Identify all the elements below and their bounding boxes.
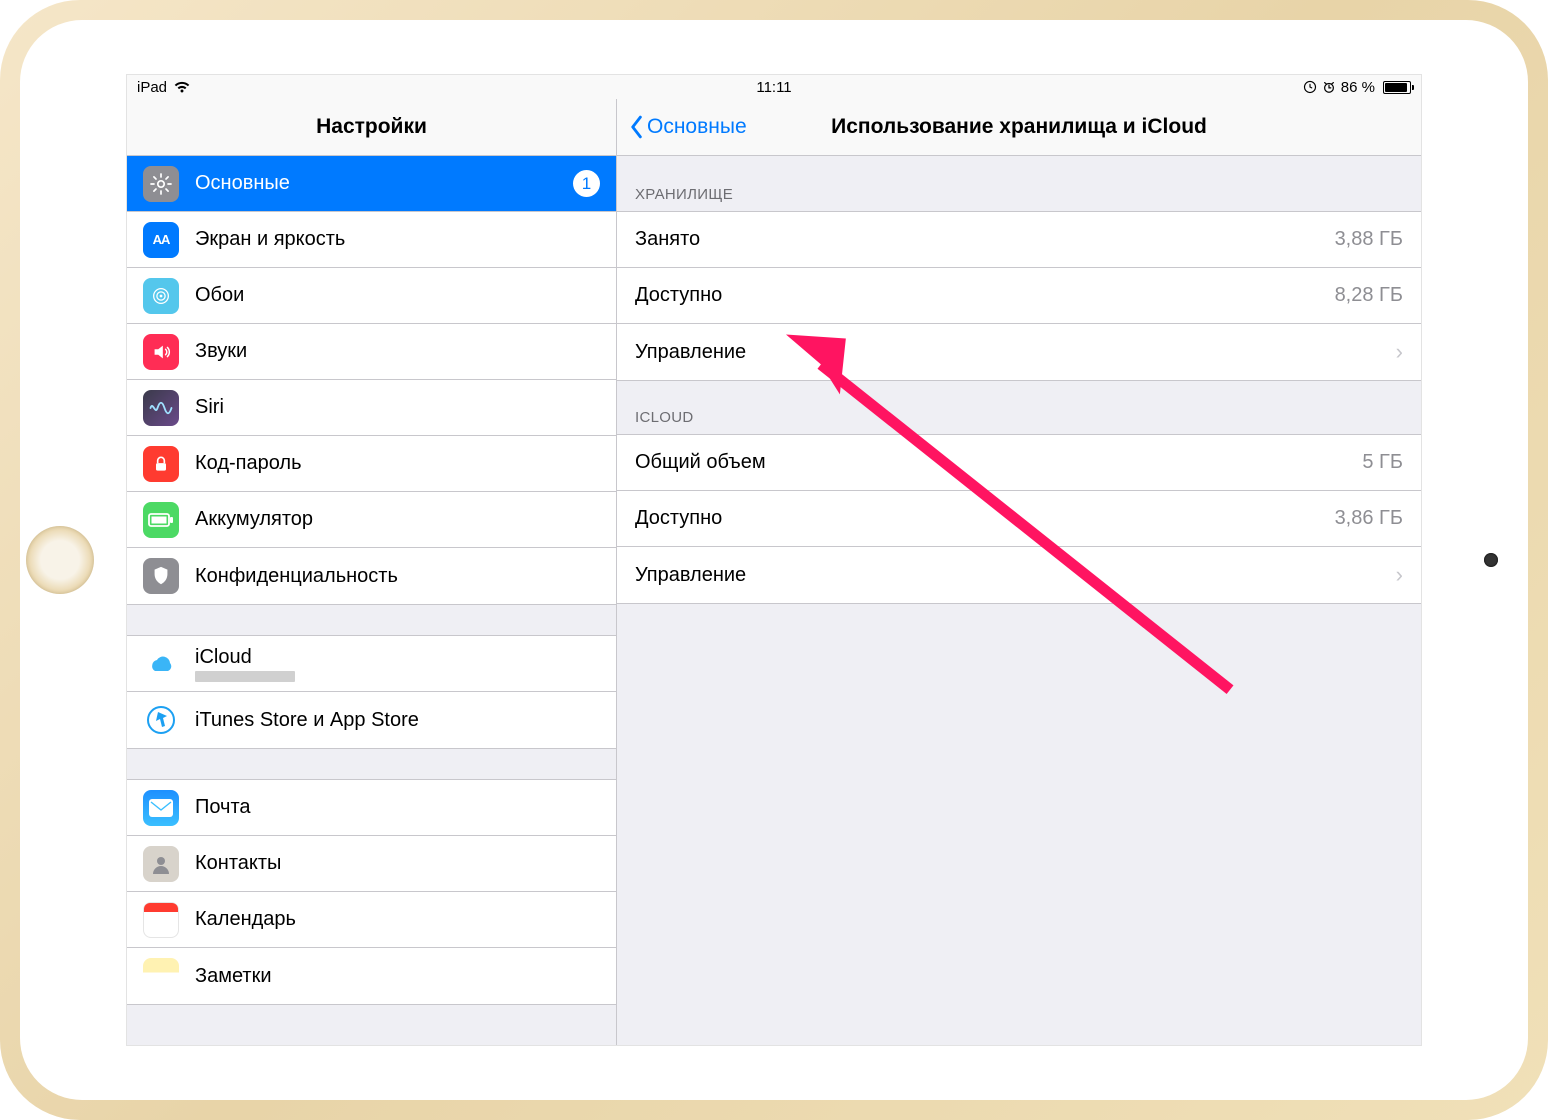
back-label: Основные xyxy=(647,115,747,139)
contacts-icon xyxy=(143,846,179,882)
page-title: Использование хранилища и iCloud xyxy=(831,115,1207,139)
portrait-lock-icon xyxy=(1303,80,1317,94)
sidebar-item-calendar[interactable]: Календарь xyxy=(127,892,616,948)
sidebar-item-label: Заметки xyxy=(195,965,600,988)
sidebar-item-icloud[interactable]: iCloud xyxy=(127,636,616,692)
sidebar-item-itunes[interactable]: iTunes Store и App Store xyxy=(127,692,616,748)
screen: iPad 11:11 86 % xyxy=(126,74,1422,1046)
row-icloud-available: Доступно 3,86 ГБ xyxy=(617,491,1421,547)
detail-pane: Основные Использование хранилища и iClou… xyxy=(617,99,1421,1045)
alarm-icon xyxy=(1322,80,1336,94)
sidebar-item-mail[interactable]: Почта xyxy=(127,780,616,836)
group-header-storage: Хранилище xyxy=(617,176,1421,211)
sidebar-item-privacy[interactable]: Конфиденциальность xyxy=(127,548,616,604)
row-label: Общий объем xyxy=(635,451,1362,474)
front-camera xyxy=(1484,553,1498,567)
display-icon: AA xyxy=(143,222,179,258)
battery-percentage: 86 % xyxy=(1341,79,1375,96)
battery-fill xyxy=(1385,83,1407,92)
group-header-icloud: iCloud xyxy=(617,399,1421,434)
sidebar-item-label: Обои xyxy=(195,284,600,307)
notes-icon xyxy=(143,958,179,994)
sidebar-item-contacts[interactable]: Контакты xyxy=(127,836,616,892)
row-value: 8,28 ГБ xyxy=(1335,284,1403,307)
sidebar-item-label: Основные xyxy=(195,172,573,195)
general-icon xyxy=(143,166,179,202)
row-value: 5 ГБ xyxy=(1362,451,1403,474)
sidebar-item-siri[interactable]: Siri xyxy=(127,380,616,436)
chevron-left-icon xyxy=(629,115,643,139)
sidebar-item-notes[interactable]: Заметки xyxy=(127,948,616,1004)
row-label: Управление xyxy=(635,341,1386,364)
sidebar-item-label: Экран и яркость xyxy=(195,228,600,251)
settings-sidebar: Настройки Основные 1 xyxy=(127,99,617,1045)
ipad-frame: iPad 11:11 86 % xyxy=(0,0,1548,1120)
row-icloud-manage[interactable]: Управление › xyxy=(617,547,1421,603)
sidebar-item-label: Почта xyxy=(195,796,600,819)
home-button[interactable] xyxy=(26,526,94,594)
sidebar-item-battery[interactable]: Аккумулятор xyxy=(127,492,616,548)
sidebar-item-display[interactable]: AA Экран и яркость xyxy=(127,212,616,268)
sidebar-scroll[interactable]: Основные 1 AA Экран и яркость xyxy=(127,156,616,1045)
row-label: Управление xyxy=(635,564,1386,587)
sidebar-item-general[interactable]: Основные 1 xyxy=(127,156,616,212)
sidebar-item-label: Конфиденциальность xyxy=(195,565,600,588)
wallpaper-icon xyxy=(143,278,179,314)
row-value: 3,88 ГБ xyxy=(1335,228,1403,251)
row-storage-used: Занято 3,88 ГБ xyxy=(617,212,1421,268)
icloud-icon xyxy=(143,646,179,682)
row-storage-available: Доступно 8,28 ГБ xyxy=(617,268,1421,324)
passcode-icon xyxy=(143,446,179,482)
notification-badge: 1 xyxy=(573,170,600,197)
sidebar-item-label: Контакты xyxy=(195,852,600,875)
row-label: Занято xyxy=(635,228,1335,251)
sounds-icon xyxy=(143,334,179,370)
row-label: Доступно xyxy=(635,507,1335,530)
detail-header: Основные Использование хранилища и iClou… xyxy=(617,99,1421,156)
sidebar-item-label: Аккумулятор xyxy=(195,508,600,531)
status-bar: iPad 11:11 86 % xyxy=(127,75,1421,99)
back-button[interactable]: Основные xyxy=(629,115,747,139)
icloud-account-redacted xyxy=(195,671,295,682)
itunes-icon xyxy=(143,702,179,738)
detail-scroll[interactable]: Хранилище Занято 3,88 ГБ Доступно 8,28 Г… xyxy=(617,156,1421,1045)
sidebar-item-label: Код-пароль xyxy=(195,452,600,475)
battery-icon xyxy=(1383,81,1411,94)
sidebar-item-label: iCloud xyxy=(195,646,295,669)
sidebar-title: Настройки xyxy=(127,99,616,156)
wifi-icon xyxy=(173,80,191,94)
clock: 11:11 xyxy=(756,79,791,96)
sidebar-item-label: iTunes Store и App Store xyxy=(195,709,600,732)
chevron-right-icon: › xyxy=(1396,339,1403,365)
sidebar-item-passcode[interactable]: Код-пароль xyxy=(127,436,616,492)
device-label: iPad xyxy=(137,79,167,96)
sidebar-item-label: Календарь xyxy=(195,908,600,931)
privacy-icon xyxy=(143,558,179,594)
row-value: 3,86 ГБ xyxy=(1335,507,1403,530)
mail-icon xyxy=(143,790,179,826)
row-label: Доступно xyxy=(635,284,1335,307)
battery-icon xyxy=(143,502,179,538)
calendar-icon xyxy=(143,902,179,938)
chevron-right-icon: › xyxy=(1396,562,1403,588)
ipad-bezel: iPad 11:11 86 % xyxy=(20,20,1528,1100)
siri-icon xyxy=(143,390,179,426)
row-storage-manage[interactable]: Управление › xyxy=(617,324,1421,380)
sidebar-item-label: Звуки xyxy=(195,340,600,363)
row-icloud-total: Общий объем 5 ГБ xyxy=(617,435,1421,491)
sidebar-item-wallpaper[interactable]: Обои xyxy=(127,268,616,324)
sidebar-item-label: Siri xyxy=(195,396,600,419)
sidebar-item-sounds[interactable]: Звуки xyxy=(127,324,616,380)
